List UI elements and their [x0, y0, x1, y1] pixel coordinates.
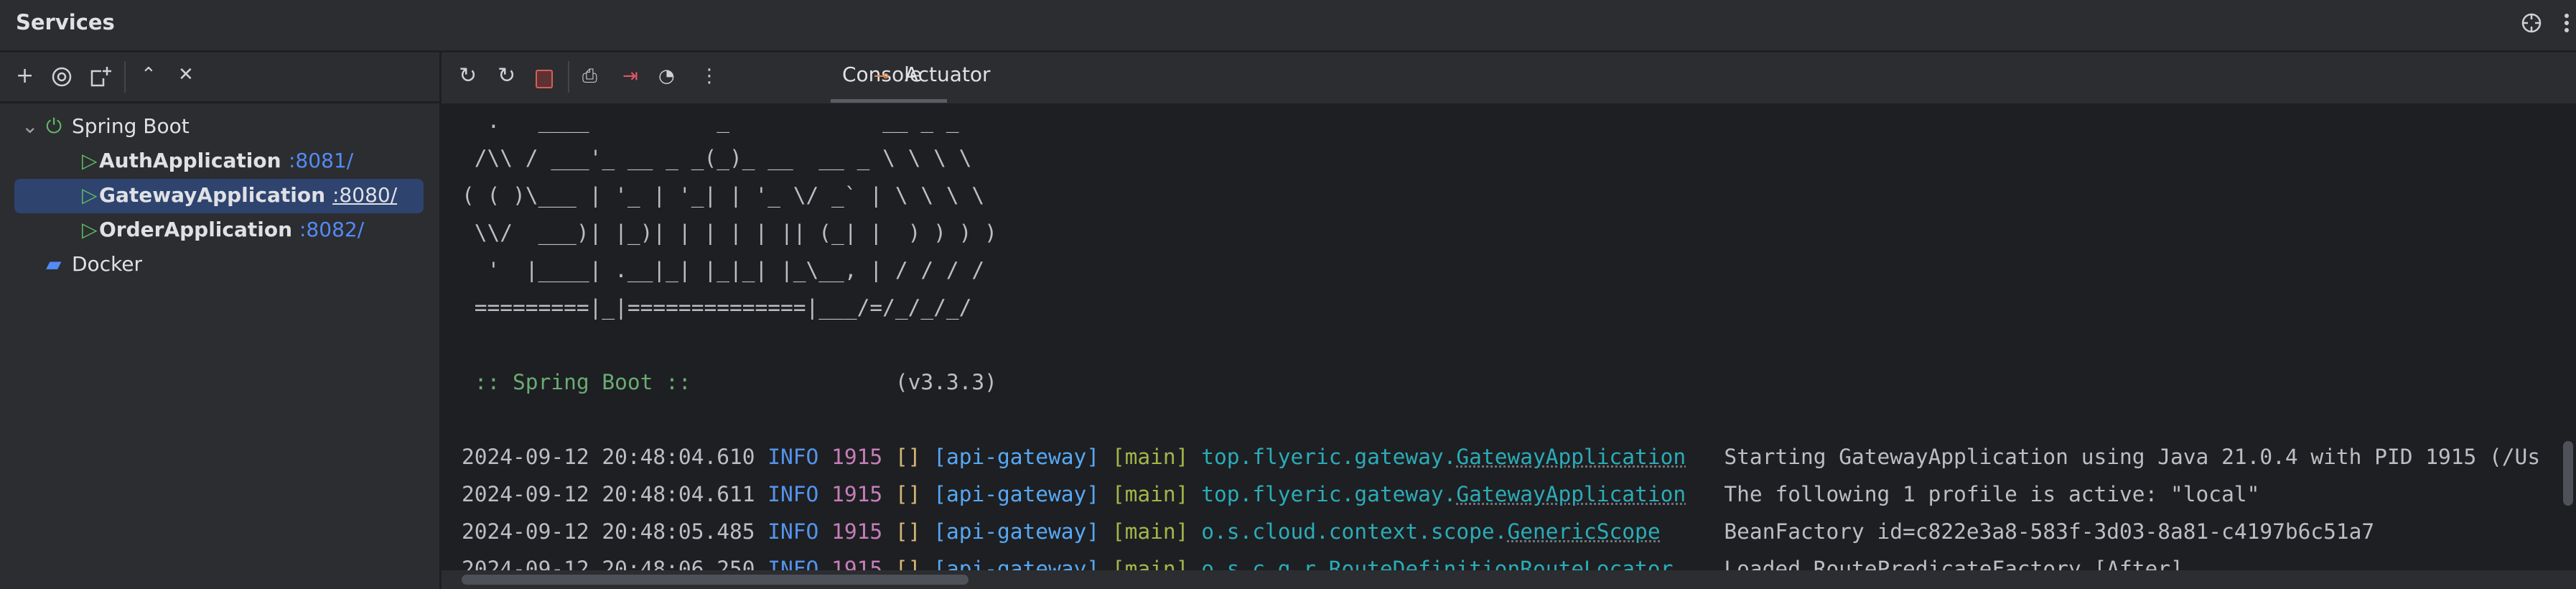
- log-app: [api-gateway]: [933, 445, 1100, 469]
- tree-node-app[interactable]: ▷ GatewayApplication :8080/: [14, 179, 424, 213]
- tree-node-docker[interactable]: ▰ Docker: [14, 248, 424, 282]
- log-app: [api-gateway]: [933, 482, 1100, 506]
- exit-icon[interactable]: ⇥: [622, 65, 638, 87]
- screenshot-icon[interactable]: ⎙: [582, 65, 597, 87]
- target-icon[interactable]: [2521, 12, 2542, 34]
- log-timestamp: 2024-09-12 20:48:04.611: [462, 482, 755, 506]
- vertical-scrollbar-thumb[interactable]: [2563, 441, 2573, 506]
- banner-line: ' |____| .__|_| |_|_| |_\__, | / / / /: [462, 258, 985, 282]
- log-message: BeanFactory id=c822e3a8-583f-3d03-8a81-c…: [1724, 519, 2375, 544]
- log-pad: [1686, 482, 1724, 506]
- app-name: GatewayApplication: [99, 183, 325, 207]
- window-title: Services: [16, 10, 115, 34]
- banner-line: ( ( )\___ | '_ | '_| | '_ \/ _` | \ \ \ …: [462, 183, 985, 208]
- log-pad: [1686, 445, 1724, 469]
- log-pid: 1915: [831, 445, 883, 469]
- log-message: Starting GatewayApplication using Java 2…: [1724, 445, 2541, 469]
- log-pid: 1915: [831, 482, 883, 506]
- log-timestamp: 2024-09-12 20:48:05.485: [462, 519, 755, 544]
- add-icon[interactable]: +: [16, 65, 34, 87]
- profiler-icon[interactable]: ◔: [658, 65, 675, 87]
- app-port-link[interactable]: :8082/: [299, 218, 364, 241]
- console-output[interactable]: . ____ _ __ _ _ /\\ / ___'_ __ _ _(_)_ _…: [442, 103, 2576, 589]
- run-icon: ▷: [82, 218, 98, 241]
- run-toolbar: ↻ ↻ ⎙ ⇥ ◔ ⋮ Console ⊸ Actuator: [442, 52, 2576, 103]
- log-level: INFO: [767, 445, 819, 469]
- app-port-link[interactable]: :8081/: [289, 149, 353, 172]
- log-timestamp: 2024-09-12 20:48:04.610: [462, 445, 755, 469]
- log-line: 2024-09-12 20:48:04.610 INFO 1915 [] [ap…: [462, 445, 2540, 469]
- horizontal-scrollbar-thumb[interactable]: [462, 575, 969, 585]
- tab-actuator[interactable]: Actuator: [905, 62, 991, 86]
- log-thread: [main]: [1111, 482, 1189, 506]
- actuator-icon: ⊸: [874, 65, 890, 87]
- tree-node-spring-boot[interactable]: ⌄ ⏻ Spring Boot: [14, 110, 424, 144]
- log-logger-package: top.flyeric.gateway.: [1201, 482, 1457, 506]
- banner-line: =========|_|==============|___/=/_/_/_/: [462, 295, 972, 320]
- log-logger-package: o.s.cloud.context.scope.: [1201, 519, 1508, 544]
- app-name: OrderApplication: [99, 218, 293, 241]
- tree-label: Spring Boot: [72, 114, 190, 138]
- title-bar: Services: [0, 0, 2576, 52]
- more-vertical-icon[interactable]: [2563, 12, 2570, 34]
- log-logger-class-link[interactable]: GatewayApplication: [1456, 482, 1686, 506]
- active-tab-indicator: [831, 99, 947, 103]
- eye-icon[interactable]: [52, 67, 75, 88]
- tree-toolbar: + ⌃ ✕: [0, 52, 439, 103]
- app-port-link[interactable]: :8080/: [332, 183, 397, 207]
- log-app: [api-gateway]: [933, 519, 1100, 544]
- console-text: . ____ _ __ _ _ /\\ / ___'_ __ _ _(_)_ _…: [462, 103, 2540, 588]
- chevron-down-icon[interactable]: ⌄: [22, 114, 38, 138]
- spring-boot-icon: ⏻: [46, 114, 62, 138]
- spring-boot-version: (v3.3.3): [704, 370, 997, 394]
- stop-icon[interactable]: [536, 70, 553, 88]
- log-pad: [1661, 519, 1725, 544]
- log-thread: [main]: [1111, 445, 1189, 469]
- log-context: []: [895, 519, 921, 544]
- run-icon: ▷: [82, 149, 98, 172]
- app-name: AuthApplication: [99, 149, 281, 172]
- banner-line: . ____ _ __ _ _: [462, 108, 959, 133]
- run-icon: ▷: [82, 183, 98, 207]
- service-detail-panel: ↻ ↻ ⎙ ⇥ ◔ ⋮ Console ⊸ Actuator . ____ _ …: [442, 52, 2576, 589]
- tree-label: Docker: [72, 252, 143, 276]
- tree-node-app[interactable]: ▷ AuthApplication :8081/: [14, 144, 424, 179]
- banner-line: /\\ / ___'_ __ _ _(_)_ __ __ _ \ \ \ \: [462, 146, 972, 170]
- log-logger-package: top.flyeric.gateway.: [1201, 445, 1457, 469]
- docker-icon: ▰: [46, 252, 62, 276]
- more-icon[interactable]: ⋮: [700, 65, 719, 87]
- log-thread: [main]: [1111, 519, 1189, 544]
- log-context: []: [895, 445, 921, 469]
- log-logger-class-link[interactable]: GenericScope: [1507, 519, 1660, 544]
- spring-boot-label: :: Spring Boot ::: [462, 370, 704, 394]
- log-line: 2024-09-12 20:48:05.485 INFO 1915 [] [ap…: [462, 519, 2374, 544]
- log-context: []: [895, 482, 921, 506]
- log-pid: 1915: [831, 519, 883, 544]
- services-tree-panel: + ⌃ ✕ ⌄ ⏻ Spring Boot ▷ AuthApplication:…: [0, 52, 442, 589]
- expand-all-icon[interactable]: ⌃: [141, 64, 157, 85]
- collapse-all-icon[interactable]: ✕: [178, 64, 194, 85]
- new-group-icon[interactable]: [90, 65, 113, 88]
- log-level: INFO: [767, 482, 819, 506]
- rerun-icon[interactable]: ↻: [459, 65, 477, 87]
- debug-rerun-icon[interactable]: ↻: [498, 65, 515, 87]
- banner-line: \\/ ___)| |_)| | | | | || (_| | ) ) ) ): [462, 221, 997, 245]
- tree-node-app[interactable]: ▷ OrderApplication :8082/: [14, 213, 424, 248]
- log-line: 2024-09-12 20:48:04.611 INFO 1915 [] [ap…: [462, 482, 2259, 506]
- log-level: INFO: [767, 519, 819, 544]
- log-message: The following 1 profile is active: "loca…: [1724, 482, 2260, 506]
- log-logger-class-link[interactable]: GatewayApplication: [1456, 445, 1686, 469]
